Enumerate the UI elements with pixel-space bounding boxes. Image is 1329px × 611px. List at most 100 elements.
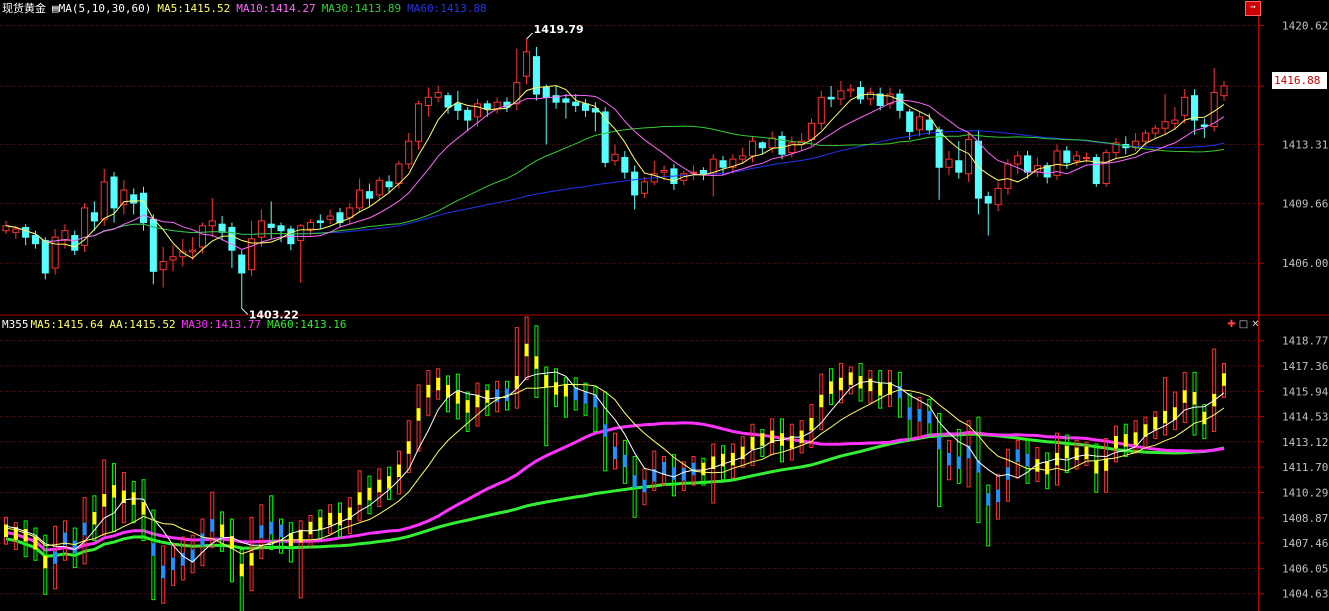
m-bar (239, 549, 244, 611)
candle-body (1102, 152, 1110, 185)
m-signal-block (92, 511, 97, 525)
m-signal-block (868, 378, 873, 392)
m-signal-block (377, 479, 382, 493)
candle-body (1171, 119, 1179, 124)
candle-body (51, 236, 59, 269)
m-signal-block (573, 387, 578, 401)
candle-body (1151, 127, 1159, 134)
m-signal-block (485, 390, 490, 403)
candle-body (601, 111, 609, 163)
candle-body (847, 88, 855, 92)
ma-settings-icon[interactable]: ▤ (52, 2, 59, 15)
candle-body (739, 155, 747, 160)
m-signal-block (681, 468, 686, 481)
candle-body (640, 181, 649, 194)
candle-body (405, 140, 413, 165)
candle-body (90, 212, 98, 222)
bottom-tick-label: 1414.53 (1282, 411, 1328, 424)
exit-icon[interactable]: ➞ (1245, 1, 1261, 16)
m-signal-block (200, 533, 205, 546)
candle-body (61, 230, 69, 241)
bottom-tick-label: 1407.46 (1282, 537, 1328, 550)
close-icon[interactable]: ✕ (1250, 319, 1261, 330)
candle-body (189, 249, 197, 253)
m-signal-block (1094, 460, 1099, 474)
m-signal-block (151, 543, 156, 556)
candle-body (807, 122, 815, 141)
m-bar (563, 377, 568, 418)
kline-chart[interactable]: 1420.62 1413.31 1409.66 1406.00 1418.77 1417.… (0, 0, 1329, 611)
candle-body (100, 181, 108, 220)
candle-body (778, 135, 786, 155)
candle-body (1181, 96, 1189, 116)
m-signal-block (1113, 435, 1118, 449)
candle-body (139, 192, 148, 224)
m-signal-block (1222, 373, 1226, 386)
candle-body (365, 191, 373, 199)
top-tick-label: 1413.31 (1282, 138, 1328, 151)
bottom-tick-label: 1408.87 (1282, 512, 1328, 525)
m-signal-block (946, 452, 951, 466)
m-signal-block (1123, 434, 1128, 447)
candle-body (581, 103, 590, 111)
m-signal-block (210, 519, 215, 532)
m-ma30-value: MA30:1413.77 (181, 318, 262, 331)
m-signal-block (613, 446, 617, 460)
ma10-line (5, 94, 1225, 250)
aa-value: AA:1415.52 (109, 318, 176, 331)
m-signal-block (387, 476, 392, 489)
m-bar (112, 463, 117, 533)
m-signal-block (838, 377, 843, 391)
m-signal-block (1104, 458, 1109, 471)
m-signal-block (927, 410, 932, 424)
bottom-tick-label: 1413.12 (1282, 436, 1328, 449)
candle-body (31, 235, 40, 245)
candle-body (483, 103, 491, 110)
m-bar (1212, 348, 1217, 432)
m-signal-block (701, 462, 706, 476)
candle-body (1014, 155, 1022, 165)
m-signal-block (1163, 410, 1168, 424)
candle-body (758, 142, 766, 149)
m-signal-block (416, 408, 421, 421)
m-ma5-value: MA5:1415.64 (30, 318, 104, 331)
candle-body (572, 101, 580, 106)
candle-body (267, 223, 275, 228)
m-bar (514, 327, 519, 409)
m-signal-block (141, 502, 146, 515)
bottom-tick-label: 1410.29 (1282, 486, 1328, 499)
m-bar (711, 443, 716, 504)
maximize-icon[interactable]: □ (1238, 319, 1249, 330)
m-signal-block (82, 522, 87, 536)
m-signal-block (406, 441, 411, 454)
m-signal-block (170, 557, 175, 571)
ma30-line (5, 125, 1225, 243)
candle-body (523, 51, 531, 77)
candle-body (1190, 95, 1199, 121)
m-signal-block (102, 494, 107, 507)
add-indicator-icon[interactable]: ✚ (1226, 319, 1237, 330)
candle-body (385, 181, 393, 188)
candle-body (464, 109, 472, 121)
m-signal-block (220, 524, 225, 537)
candle-body (974, 140, 982, 199)
candle-body (817, 96, 825, 124)
candle-body (935, 129, 943, 168)
m-signal-block (33, 537, 38, 550)
bottom-panel-header: M355 MA5:1415.64 AA:1415.52 MA30:1413.77 MA6… (2, 318, 353, 332)
low-marker (241, 308, 249, 315)
candle-body (41, 239, 49, 274)
candle-body (1063, 150, 1071, 163)
candle-body (1141, 132, 1149, 142)
candle-body (699, 170, 707, 175)
ma5-value: MA5:1415.52 (157, 2, 231, 15)
m-signal-block (809, 418, 814, 431)
bottom-tick-label: 1404.63 (1282, 588, 1328, 601)
m-signal-block (1045, 461, 1050, 475)
m-signal-block (475, 394, 480, 408)
m-signal-block (937, 436, 942, 450)
bottom-tick-label: 1411.70 (1282, 461, 1328, 474)
m-signal-block (1084, 446, 1089, 460)
m-signal-block (554, 382, 559, 395)
m-signal-block (298, 529, 303, 543)
